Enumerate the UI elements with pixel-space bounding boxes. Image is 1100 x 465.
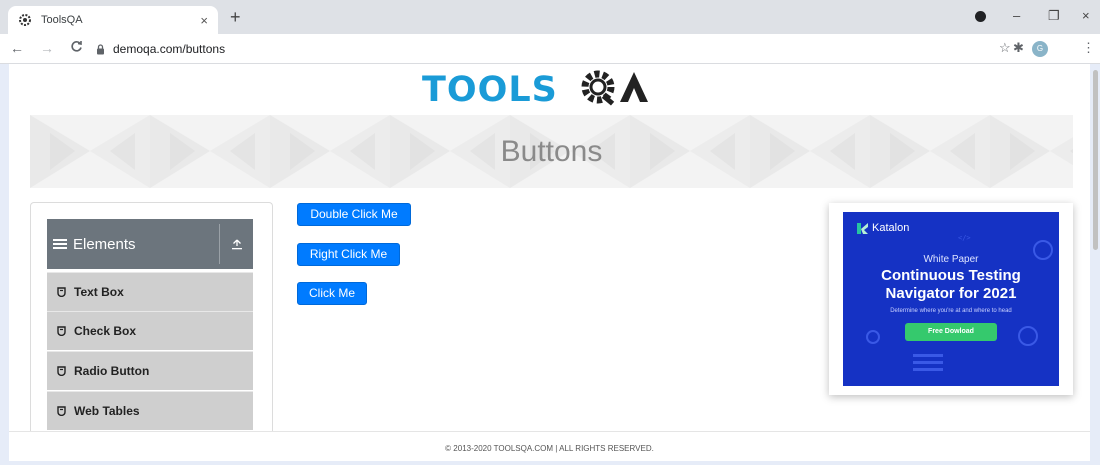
sidebar-item-check-box[interactable]: Check Box (47, 311, 253, 350)
double-click-button[interactable]: Double Click Me (297, 203, 411, 226)
address-bar[interactable]: demoqa.com/buttons (96, 39, 976, 59)
sidebar-group-label: Elements (73, 235, 136, 253)
tab-title: ToolsQA (41, 14, 83, 26)
page-header-banner: Buttons (30, 115, 1073, 188)
logo-a-glyph (620, 72, 648, 102)
lock-icon[interactable] (96, 43, 105, 55)
right-click-button[interactable]: Right Click Me (297, 243, 400, 266)
sidebar-group-elements[interactable]: Elements (47, 219, 253, 269)
extensions-puzzle-icon[interactable]: ✱ (1013, 41, 1024, 55)
ad-kicker: White Paper (923, 254, 979, 265)
logo-gear-icon (581, 70, 615, 106)
katalon-brand: Katalon (857, 222, 909, 234)
ad-download-button[interactable]: Free Dowload (905, 323, 997, 341)
shield-icon (57, 326, 66, 336)
reload-icon[interactable] (70, 40, 83, 56)
plus-icon[interactable]: + (230, 8, 241, 26)
back-arrow-icon[interactable]: ← (10, 40, 24, 56)
sidebar-item-label: Check Box (74, 324, 137, 338)
hamburger-icon (53, 238, 67, 250)
ad-subline: Determine where you're at and where to h… (890, 308, 1012, 314)
shield-icon (57, 287, 66, 297)
minimize-icon[interactable]: – (1013, 8, 1020, 23)
sidebar-item-label: Text Box (74, 285, 124, 299)
browser-tab-strip: ToolsQA × + – ❐ × (0, 0, 1100, 34)
sidebar: Elements Text Box Check Box Radio Button… (30, 202, 273, 434)
sidebar-item-text-box[interactable]: Text Box (47, 272, 253, 311)
sidebar-item-web-tables[interactable]: Web Tables (47, 391, 253, 430)
restore-icon[interactable]: ❐ (1048, 8, 1060, 24)
advertisement-card[interactable]: </> Katalon White Paper Continuous Testi… (829, 203, 1073, 395)
page-title: Buttons (500, 135, 603, 168)
scrollbar-thumb[interactable] (1093, 70, 1098, 250)
collapse-upload-icon[interactable] (220, 238, 253, 250)
logo-tools-text: TOOLS (422, 70, 558, 110)
ad-headline-line-1: Continuous Testing (881, 267, 1021, 284)
toolsqa-logo[interactable]: TOOLS (420, 64, 682, 110)
star-icon[interactable]: ☆ (999, 41, 1011, 55)
katalon-ad-banner[interactable]: </> Katalon White Paper Continuous Testi… (843, 212, 1059, 386)
shield-icon (57, 366, 66, 376)
svg-text:</>: </> (958, 234, 971, 242)
toolsqa-favicon-icon (18, 13, 32, 27)
frame-border-bottom (0, 461, 1100, 465)
katalon-logo-icon (857, 222, 868, 234)
record-indicator-icon[interactable] (975, 11, 986, 22)
close-icon[interactable]: × (200, 13, 208, 28)
site-footer: © 2013-2020 TOOLSQA.COM | ALL RIGHTS RES… (9, 431, 1090, 465)
sidebar-item-radio-button[interactable]: Radio Button (47, 351, 253, 390)
ad-headline-line-2: Navigator for 2021 (885, 285, 1017, 302)
window-close-icon[interactable]: × (1082, 8, 1090, 23)
ad-brand-name: Katalon (872, 222, 910, 234)
frame-border-left (0, 64, 9, 465)
profile-avatar[interactable]: G (1032, 41, 1048, 57)
footer-copyright: © 2013-2020 TOOLSQA.COM | ALL RIGHTS RES… (445, 444, 654, 453)
forward-arrow-icon[interactable]: → (40, 40, 54, 56)
click-me-button[interactable]: Click Me (297, 282, 367, 305)
browser-toolbar: ← → demoqa.com/buttons ☆ ✱ G ⋮ (0, 34, 1100, 64)
browser-tab[interactable]: ToolsQA × (8, 6, 218, 34)
url-text: demoqa.com/buttons (113, 42, 226, 56)
sidebar-item-label: Web Tables (74, 404, 140, 418)
sidebar-item-label: Radio Button (74, 364, 150, 378)
kebab-menu-icon[interactable]: ⋮ (1082, 41, 1095, 55)
shield-icon (57, 406, 66, 416)
